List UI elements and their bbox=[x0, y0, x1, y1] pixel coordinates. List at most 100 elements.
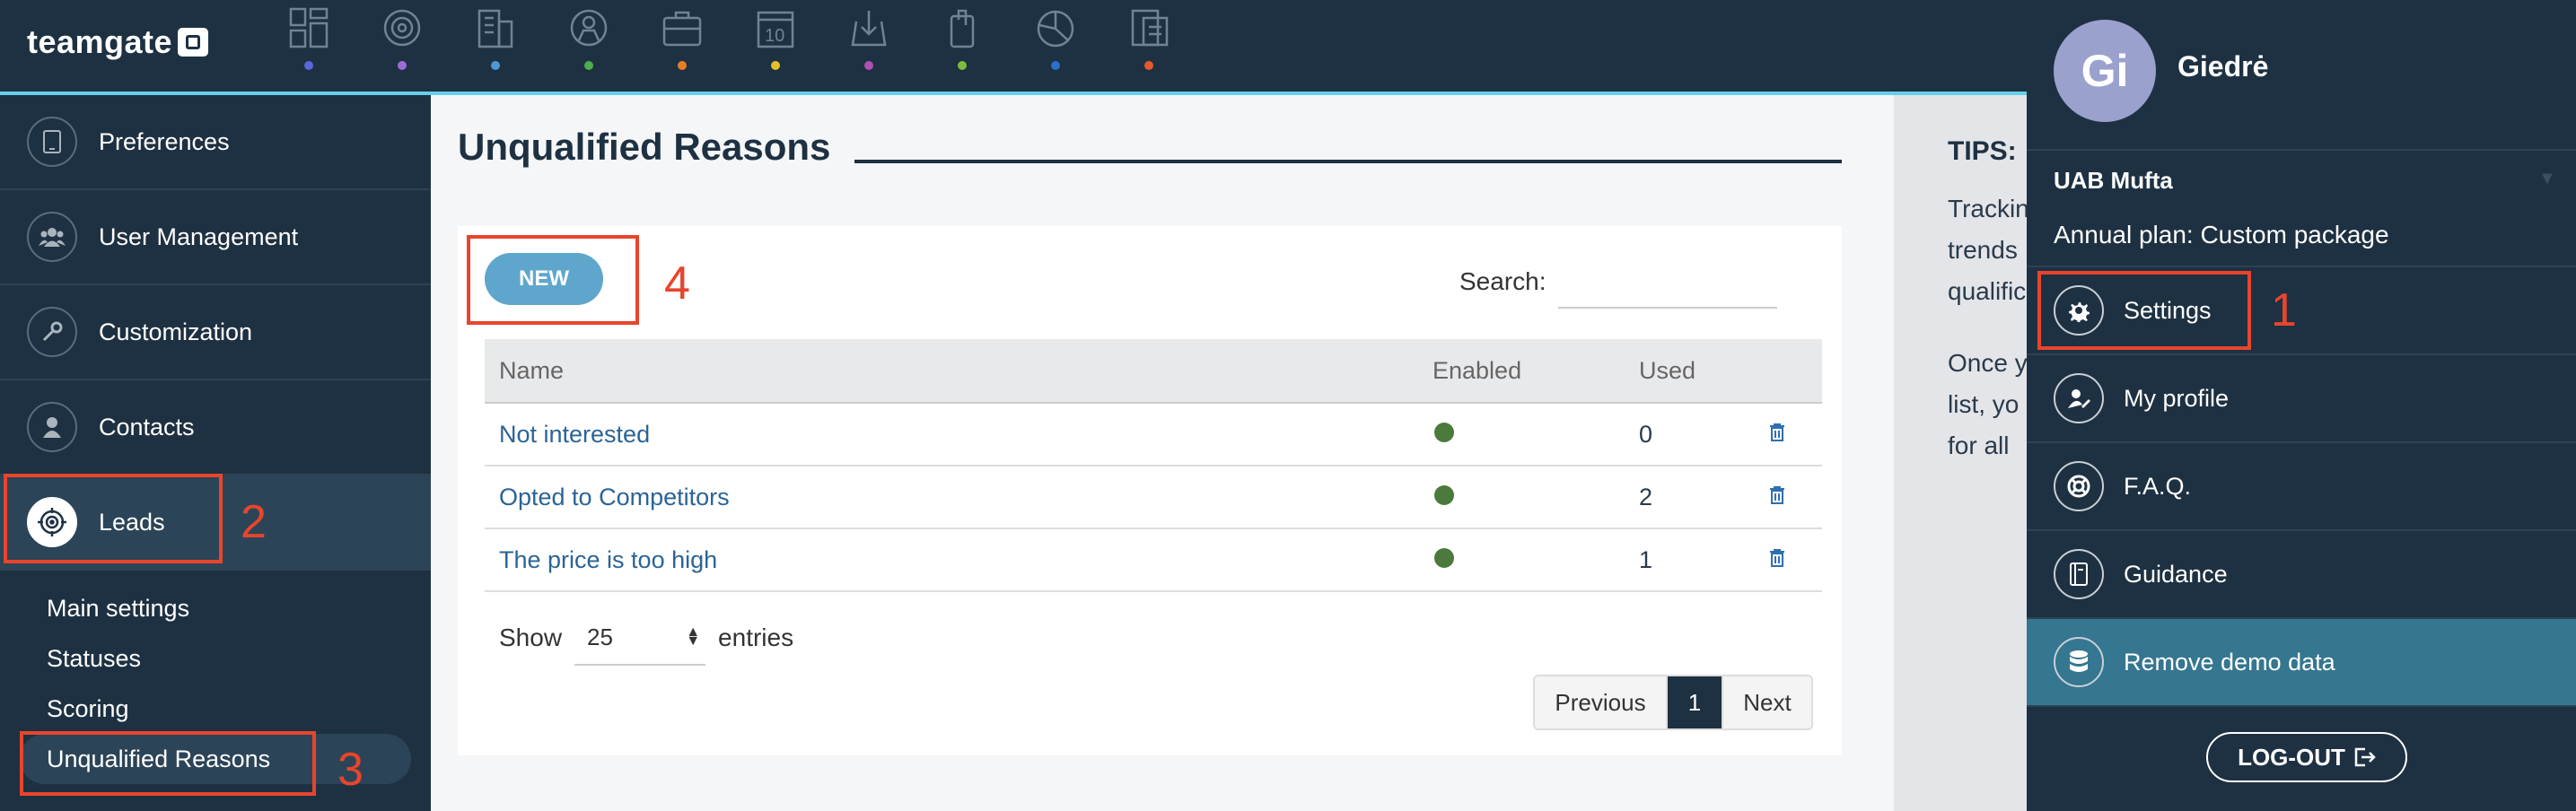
reason-name-link[interactable]: Not interested bbox=[499, 421, 650, 448]
briefcase-icon bbox=[662, 11, 702, 47]
sidebar-item-contacts[interactable]: Contacts bbox=[0, 380, 431, 475]
tips-line: trends bbox=[1948, 236, 2018, 264]
menu-item-my-profile[interactable]: My profile bbox=[2027, 355, 2576, 443]
lifebuoy-icon bbox=[2054, 461, 2104, 511]
tips-line: Once y bbox=[1948, 349, 2027, 377]
guide-book-icon bbox=[2054, 549, 2104, 599]
menu-item-label: My profile bbox=[2124, 384, 2230, 412]
nav-insights[interactable] bbox=[1102, 0, 1196, 92]
profile-edit-icon bbox=[2054, 373, 2104, 423]
divider bbox=[2027, 149, 2576, 151]
enabled-status-dot bbox=[1434, 547, 1454, 568]
page-size-select[interactable]: 25 ▲ ▼ bbox=[574, 610, 706, 666]
nav-contacts[interactable] bbox=[542, 0, 635, 92]
nav-inbox[interactable] bbox=[822, 0, 916, 92]
nav-files[interactable] bbox=[916, 0, 1009, 92]
calendar-icon: 10 bbox=[757, 11, 794, 48]
trash-icon[interactable] bbox=[1768, 484, 1822, 511]
nav-dot bbox=[584, 61, 593, 70]
sidebar-item-customization[interactable]: Customization bbox=[0, 285, 431, 380]
table-row: Opted to Competitors 2 bbox=[485, 467, 1822, 529]
chevron-down-icon[interactable]: ▼ bbox=[2538, 169, 2556, 189]
tips-line: list, yo bbox=[1948, 390, 2020, 418]
nav-deals[interactable] bbox=[635, 0, 729, 92]
database-icon bbox=[2054, 637, 2104, 687]
wrench-icon bbox=[27, 307, 77, 357]
paperclip-icon bbox=[950, 9, 975, 48]
nav-calendar[interactable]: 10 bbox=[729, 0, 822, 92]
table-row: Not interested 0 bbox=[485, 404, 1822, 467]
nav-dot bbox=[304, 61, 313, 70]
submenu-item-statuses[interactable]: Statuses bbox=[0, 633, 431, 684]
tips-title: TIPS: bbox=[1948, 136, 2017, 166]
settings-sidebar: Preferences User Management Customizatio… bbox=[0, 95, 431, 811]
nav-dot bbox=[398, 61, 407, 70]
tips-panel: TIPS: Trackin trends qualific Once y lis… bbox=[1894, 95, 2027, 811]
logo-text: teamgate bbox=[27, 23, 173, 60]
annotation-number: 2 bbox=[241, 496, 267, 548]
nav-reports[interactable] bbox=[1009, 0, 1102, 92]
menu-item-label: Remove demo data bbox=[2124, 648, 2335, 676]
logout-button[interactable]: LOG-OUT bbox=[2206, 732, 2407, 782]
menu-item-label: F.A.Q. bbox=[2124, 472, 2192, 500]
user-dropdown-panel: Gi Giedrė UAB Mufta ▼ Annual plan: Custo… bbox=[2027, 0, 2576, 811]
person-icon bbox=[570, 9, 608, 47]
users-icon bbox=[27, 212, 77, 262]
current-page-button[interactable]: 1 bbox=[1668, 676, 1722, 728]
dashboard-icon bbox=[289, 7, 329, 48]
column-header-name[interactable]: Name bbox=[485, 357, 1418, 385]
nav-leads[interactable] bbox=[355, 0, 449, 92]
user-name: Giedrė bbox=[2177, 50, 2269, 83]
menu-item-remove-demo-data[interactable]: Remove demo data bbox=[2027, 619, 2576, 707]
teamgate-logo[interactable]: teamgate bbox=[27, 23, 209, 61]
annotation-number: 4 bbox=[664, 257, 690, 310]
plan-info: Annual plan: Custom package bbox=[2054, 221, 2389, 249]
search-input[interactable] bbox=[1558, 251, 1777, 309]
table-row: The price is too high 1 bbox=[485, 529, 1822, 592]
sidebar-item-label: Customization bbox=[99, 318, 253, 345]
pie-chart-icon bbox=[1037, 10, 1074, 48]
person-icon bbox=[27, 402, 77, 452]
page-size-value: 25 bbox=[587, 623, 613, 650]
trash-icon[interactable] bbox=[1768, 421, 1822, 449]
tips-line: Trackin bbox=[1948, 195, 2027, 222]
next-page-button[interactable]: Next bbox=[1722, 676, 1811, 728]
enabled-status-dot bbox=[1434, 422, 1454, 442]
column-header-used[interactable]: Used bbox=[1625, 357, 1768, 385]
download-box-icon bbox=[851, 11, 887, 47]
reason-name-link[interactable]: The price is too high bbox=[499, 546, 717, 573]
company-name: UAB Mufta bbox=[2054, 167, 2173, 194]
used-count: 1 bbox=[1639, 545, 1653, 573]
search-label: Search: bbox=[1459, 267, 1546, 295]
reason-name-link[interactable]: Opted to Competitors bbox=[499, 484, 730, 510]
previous-page-button[interactable]: Previous bbox=[1535, 676, 1668, 728]
tips-line: for all bbox=[1948, 432, 2010, 459]
nav-companies[interactable] bbox=[449, 0, 542, 92]
nav-dot bbox=[958, 61, 967, 70]
tips-line: qualific bbox=[1948, 277, 2027, 305]
phone-icon bbox=[27, 117, 77, 167]
avatar[interactable]: Gi bbox=[2054, 20, 2156, 122]
svg-text:10: 10 bbox=[765, 26, 784, 46]
submenu-item-main-settings[interactable]: Main settings bbox=[0, 583, 431, 633]
nav-dot bbox=[1144, 61, 1153, 70]
menu-item-faq[interactable]: F.A.Q. bbox=[2027, 443, 2576, 531]
annotation-number: 1 bbox=[2271, 284, 2297, 336]
sidebar-item-preferences[interactable]: Preferences bbox=[0, 95, 431, 190]
submenu-item-scoring[interactable]: Scoring bbox=[0, 684, 431, 734]
trash-icon[interactable] bbox=[1768, 546, 1822, 574]
tips-spacer bbox=[1948, 312, 2027, 343]
column-header-enabled[interactable]: Enabled bbox=[1418, 357, 1625, 385]
nav-dashboard[interactable] bbox=[262, 0, 355, 92]
title-underline bbox=[854, 160, 1842, 163]
used-count: 2 bbox=[1639, 483, 1653, 510]
menu-item-guidance[interactable]: Guidance bbox=[2027, 531, 2576, 619]
tips-text: Trackin trends qualific Once y list, yo … bbox=[1948, 188, 2027, 467]
sidebar-item-user-management[interactable]: User Management bbox=[0, 190, 431, 285]
table-header: Name Enabled Used bbox=[485, 339, 1822, 404]
annotation-box-leads bbox=[4, 474, 223, 563]
page-size-control: Show 25 ▲ ▼ entries bbox=[499, 610, 793, 666]
report-icon bbox=[1131, 9, 1169, 47]
nav-dot bbox=[678, 61, 687, 70]
sidebar-item-label: Preferences bbox=[99, 127, 230, 155]
